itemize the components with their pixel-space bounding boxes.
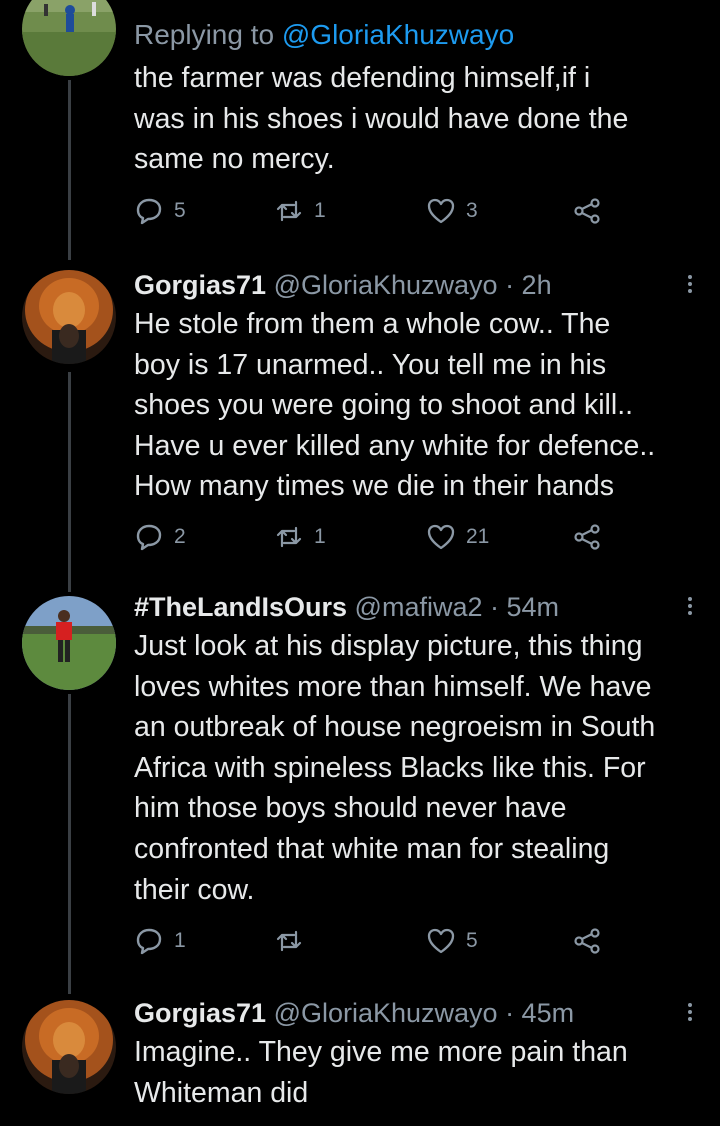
avatar[interactable] (22, 1000, 116, 1094)
display-name[interactable]: Gorgias71 (134, 270, 266, 300)
reply-count: 2 (174, 525, 186, 548)
like-button[interactable]: 3 (426, 196, 478, 226)
reply-count: 1 (174, 929, 186, 952)
tweet-text: Just look at his display picture, this t… (134, 630, 656, 906)
handle-time: @GloriaKhuzwayo · 45m (266, 998, 575, 1028)
tweet-actions: 2 1 21 (134, 522, 614, 558)
reply-button[interactable]: 5 (134, 196, 186, 226)
avatar[interactable] (22, 270, 116, 364)
retweet-button[interactable] (274, 926, 314, 956)
like-button[interactable]: 21 (426, 522, 489, 552)
retweet-count: 1 (314, 525, 326, 548)
tweet-actions: 5 1 3 (134, 196, 614, 232)
tweet-text: the farmer was defending himself,if i wa… (134, 62, 629, 176)
reply-button[interactable]: 2 (134, 522, 186, 552)
thread-line (68, 80, 71, 260)
like-count: 21 (466, 525, 490, 548)
replying-to: Replying to @GloriaKhuzwayo (134, 19, 515, 50)
display-name[interactable]: #TheLandIsOurs (134, 592, 347, 622)
share-icon (574, 524, 600, 550)
share-button[interactable] (572, 196, 602, 226)
share-icon (574, 198, 600, 224)
heart-icon (427, 198, 455, 224)
mention-link[interactable]: @GloriaKhuzwayo (282, 19, 514, 50)
tweet-text: He stole from them a whole cow.. The boy… (134, 308, 656, 503)
display-name[interactable]: Gorgias71 (134, 998, 266, 1028)
heart-icon (427, 524, 455, 550)
retweet-icon (276, 526, 302, 548)
thread-line (68, 372, 71, 592)
avatar[interactable] (22, 596, 116, 690)
tweet[interactable]: Gorgias71 @GloriaKhuzwayo · 45m Imagine.… (134, 996, 700, 1113)
tweet[interactable]: Gorgias71 @GloriaKhuzwayo · 2h He stole … (134, 268, 700, 507)
like-button[interactable]: 5 (426, 926, 478, 956)
reply-count: 5 (174, 199, 186, 222)
handle-time: @mafiwa2 · 54m (347, 592, 560, 622)
retweet-button[interactable]: 1 (274, 196, 326, 226)
tweet-actions: 1 5 (134, 926, 614, 962)
tweet-header: Gorgias71 @GloriaKhuzwayo · 2h (134, 268, 700, 302)
like-count: 5 (466, 929, 478, 952)
retweet-icon (276, 200, 302, 222)
reply-button[interactable]: 1 (134, 926, 186, 956)
tweet-header: #TheLandIsOurs @mafiwa2 · 54m (134, 590, 700, 624)
retweet-button[interactable]: 1 (274, 522, 326, 552)
more-options-icon[interactable] (686, 594, 694, 618)
tweet-text: Imagine.. They give me more pain than Wh… (134, 1036, 628, 1109)
share-button[interactable] (572, 522, 602, 552)
reply-icon (136, 524, 162, 551)
thread-line (68, 694, 71, 994)
share-icon (574, 928, 600, 954)
tweet-header: Gorgias71 @GloriaKhuzwayo · 45m (134, 996, 700, 1030)
reply-icon (136, 198, 162, 225)
retweet-count: 1 (314, 199, 326, 222)
retweet-icon (276, 930, 302, 952)
avatar[interactable] (22, 0, 116, 76)
handle-time: @GloriaKhuzwayo · 2h (266, 270, 552, 300)
tweet[interactable]: #TheLandIsOurs @mafiwa2 · 54m Just look … (134, 590, 700, 910)
tweet[interactable]: Replying to @GloriaKhuzwayo the farmer w… (134, 18, 700, 180)
reply-icon (136, 928, 162, 955)
more-options-icon[interactable] (686, 272, 694, 296)
share-button[interactable] (572, 926, 602, 956)
heart-icon (427, 928, 455, 954)
like-count: 3 (466, 199, 478, 222)
more-options-icon[interactable] (686, 1000, 694, 1024)
